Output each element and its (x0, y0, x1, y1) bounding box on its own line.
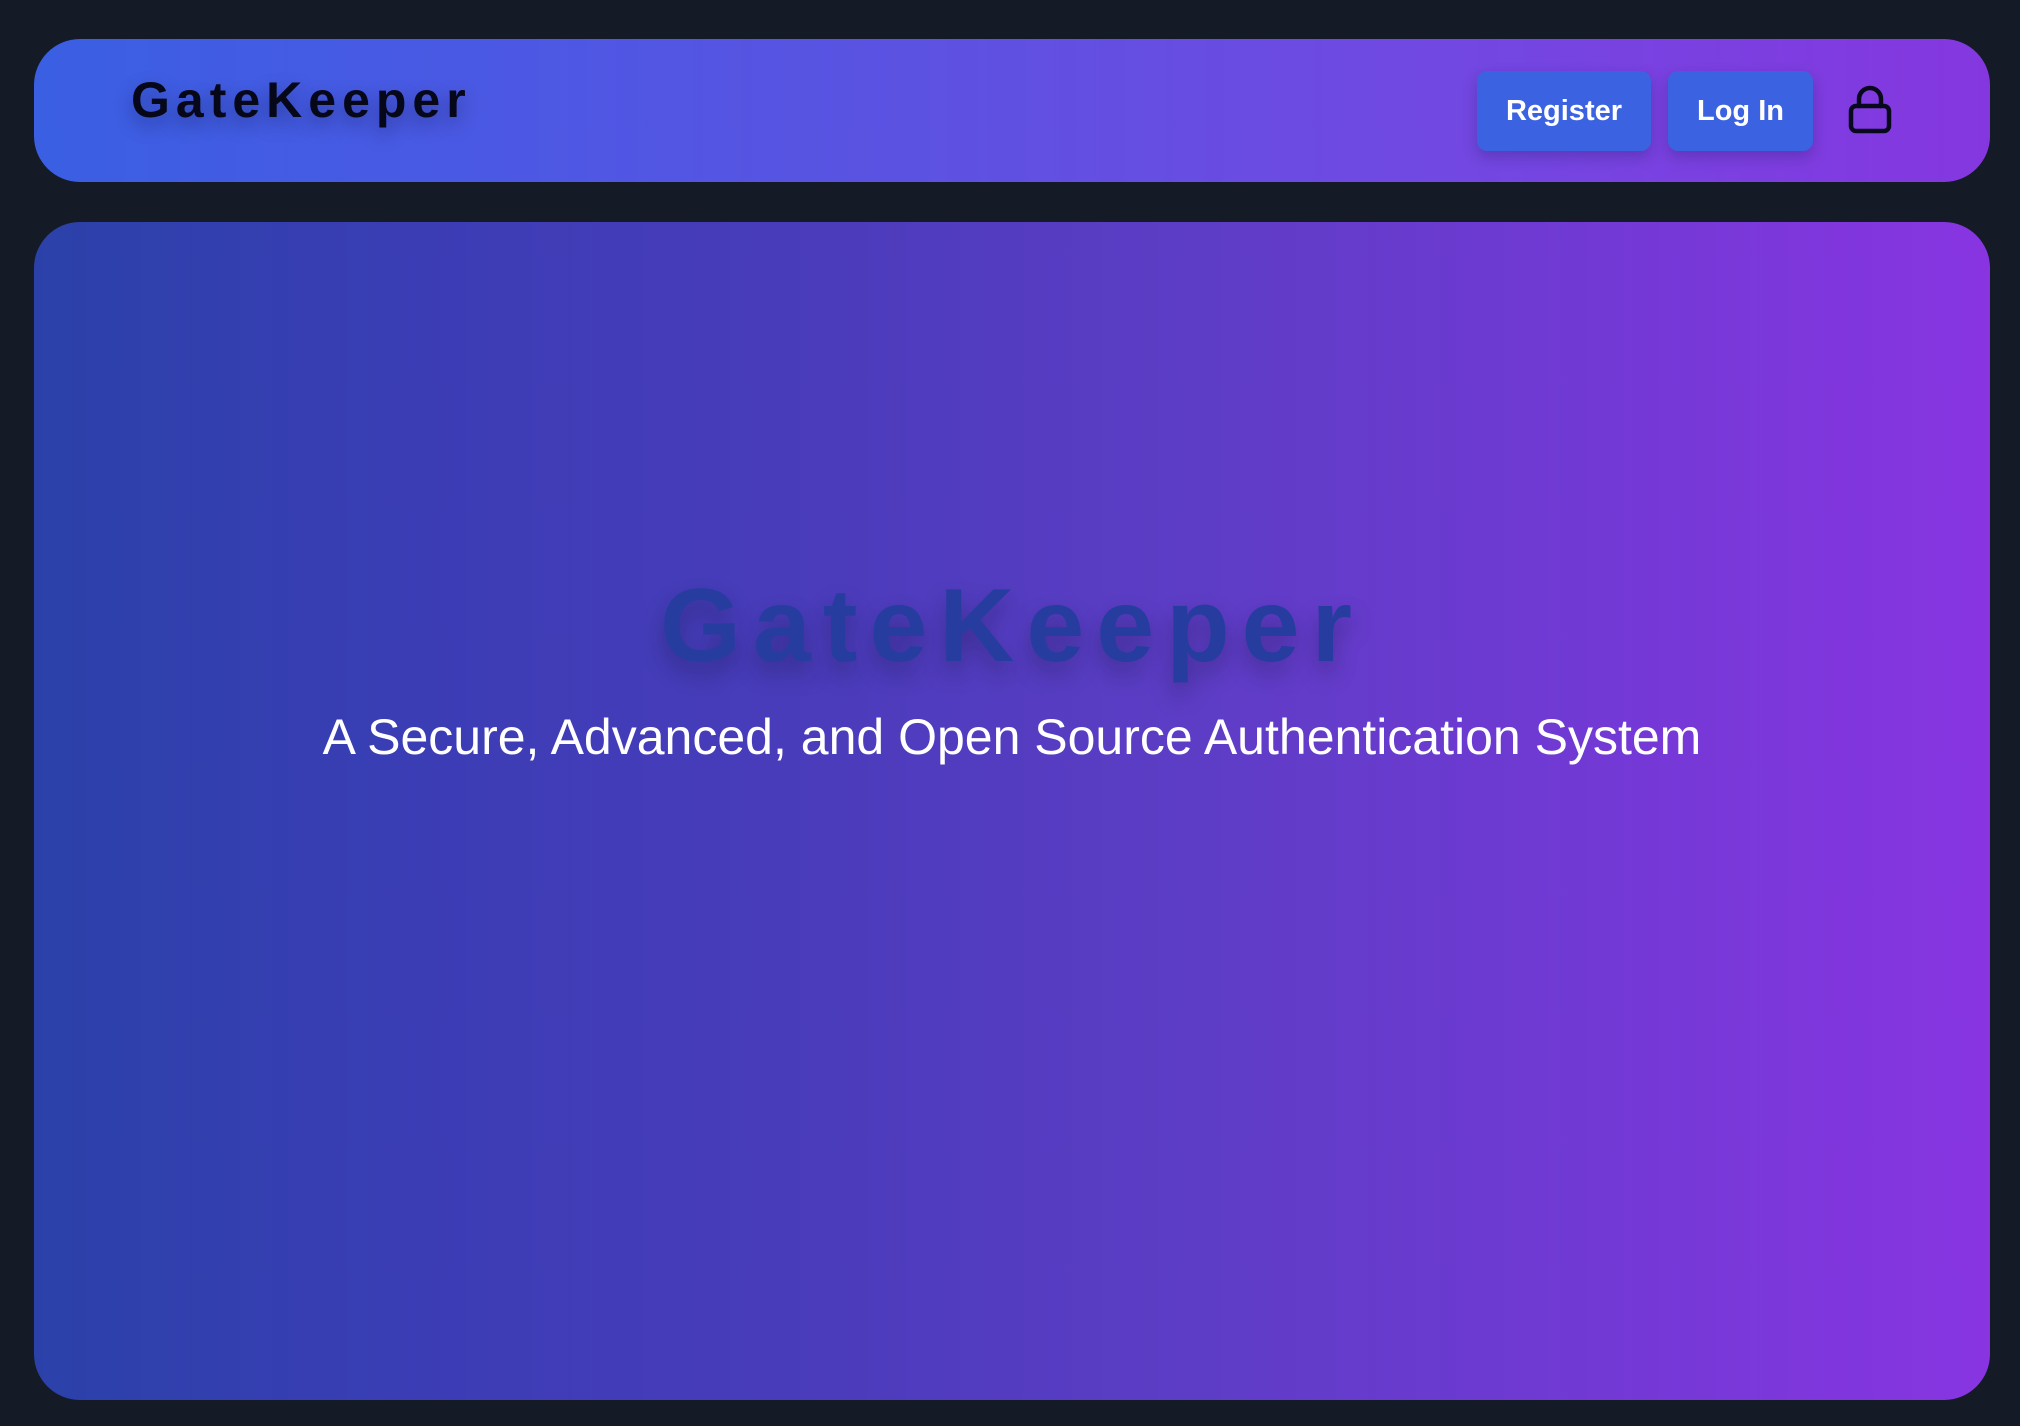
top-navbar: GateKeeper Register Log In (34, 39, 1990, 182)
hero-panel: GateKeeper A Secure, Advanced, and Open … (34, 222, 1990, 1400)
hero-subtitle: A Secure, Advanced, and Open Source Auth… (322, 709, 1702, 765)
lock-icon[interactable] (1847, 84, 1893, 134)
lock-icon-svg (1848, 85, 1892, 134)
hero-title: GateKeeper (660, 568, 1364, 684)
brand-logo[interactable]: GateKeeper (131, 75, 472, 125)
login-button[interactable]: Log In (1668, 71, 1813, 151)
register-button[interactable]: Register (1477, 71, 1651, 151)
